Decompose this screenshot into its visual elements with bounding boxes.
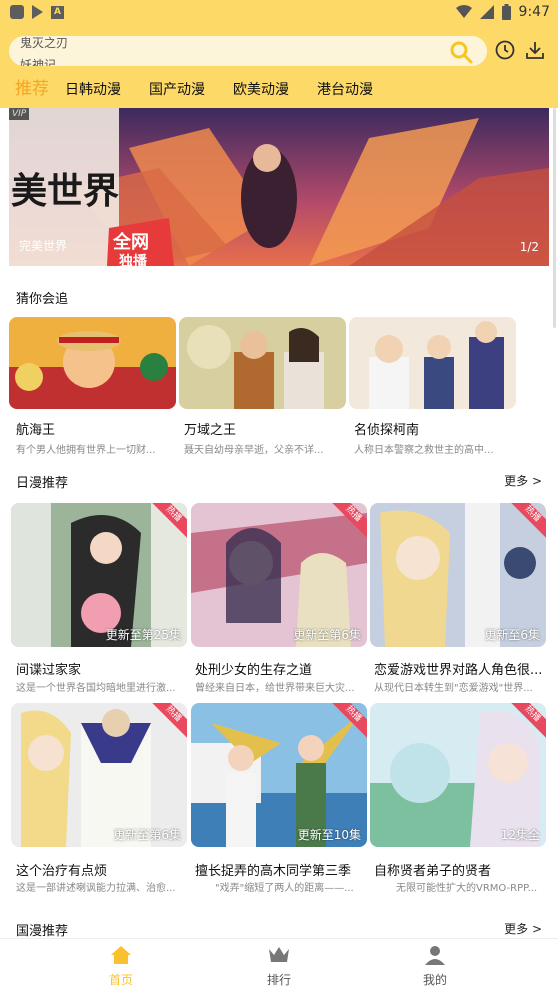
bottom-nav: 首页 排行 我的	[0, 938, 558, 992]
anime-card-image[interactable]: 热播 更新至6集	[370, 503, 546, 647]
guess-card-desc: 人称日本警察之救世主的高中...	[354, 445, 494, 456]
anime-card-image[interactable]: 热播 更新至10集	[191, 703, 367, 847]
anime-card-desc: 从现代日本转生到"恋爱游戏"世界...	[374, 683, 533, 694]
anime-card-title[interactable]: 间谍过家家	[16, 659, 81, 678]
vip-badge: VIP	[9, 108, 30, 120]
guess-card-desc: 聂天自幼母亲早逝，父亲不详...	[184, 445, 324, 456]
more-link-china[interactable]: 更多 >	[504, 920, 542, 937]
category-tabs: 推荐 日韩动漫 国产动漫 欧美动漫 港台动漫	[15, 74, 401, 99]
history-icon[interactable]	[495, 40, 515, 60]
home-icon	[111, 946, 131, 964]
guess-card-image[interactable]	[349, 317, 516, 409]
episode-label: 12集全	[500, 828, 540, 842]
guess-card-title[interactable]: 名侦探柯南	[354, 419, 419, 438]
tab-recommend[interactable]: 推荐	[15, 74, 49, 99]
episode-label: 更新至第6集	[113, 828, 181, 842]
episode-label: 更新至第25集	[105, 628, 181, 642]
thumbnail	[349, 317, 516, 409]
a-notification-icon: A	[51, 5, 64, 19]
anime-card-image[interactable]: 热播 12集全	[370, 703, 546, 847]
guess-card-title[interactable]: 万域之王	[184, 419, 236, 438]
thumbnail	[9, 317, 176, 409]
search-icon[interactable]	[449, 40, 473, 64]
download-icon[interactable]	[525, 40, 545, 60]
tab-western[interactable]: 欧美动漫	[233, 79, 289, 99]
anime-card-image[interactable]: 热播 更新至第6集	[191, 503, 367, 647]
anime-card-image[interactable]: 热播 更新至第25集	[11, 503, 187, 647]
anime-card-desc: "戏弄"缩短了两人的距离——...	[215, 883, 354, 894]
signal-icon	[479, 5, 494, 19]
battery-icon	[501, 4, 511, 20]
nav-label: 我的	[422, 973, 447, 987]
episode-label: 更新至6集	[484, 628, 540, 642]
section-title-china: 国漫推荐	[16, 924, 69, 939]
anime-card-title[interactable]: 自称贤者弟子的贤者	[374, 860, 491, 879]
nav-label: 首页	[108, 973, 133, 987]
user-icon	[425, 946, 445, 965]
section-title-japan: 日漫推荐	[16, 476, 69, 491]
episode-label: 更新至10集	[297, 828, 361, 842]
header: 鬼灭之刃 妖神记 推荐 日韩动漫 国产动漫 欧美动漫 港台动漫	[0, 26, 558, 108]
thumbnail	[179, 317, 346, 409]
wifi-icon	[455, 5, 472, 18]
anime-card-title[interactable]: 恋爱游戏世界对路人角色很...	[374, 659, 542, 678]
svg-text:美世界: 美世界	[11, 170, 119, 212]
anime-card-title[interactable]: 擅长捉弄的高木同学第三季	[195, 860, 351, 879]
banner-title: 完美世界	[19, 239, 68, 253]
guess-card-image[interactable]	[179, 317, 346, 409]
nav-home[interactable]: 首页	[81, 945, 161, 988]
anime-card-title[interactable]: 处刑少女的生存之道	[195, 659, 312, 678]
banner-carousel[interactable]: 美世界 全网 独播 VIP 完美世界 1/2	[9, 108, 549, 266]
status-bar: A 9:47	[0, 0, 558, 26]
nav-label: 排行	[266, 973, 291, 987]
banner-image: 美世界 全网 独播	[9, 108, 549, 266]
search-suggestion: 妖神记	[20, 58, 57, 66]
app-notification-icon	[10, 5, 24, 19]
play-store-icon	[32, 5, 43, 19]
anime-card-desc: 无限可能性扩大的VRMO-RPP...	[396, 883, 538, 894]
nav-ranking[interactable]: 排行	[239, 945, 319, 988]
search-suggestion: 鬼灭之刃	[20, 36, 69, 50]
guess-card-image[interactable]	[9, 317, 176, 409]
anime-card-desc: 这是一个世界各国均暗地里进行激...	[16, 683, 176, 694]
anime-card-desc: 曾经来自日本，给世界带来巨大灾...	[195, 683, 355, 694]
anime-card-title[interactable]: 这个治疗有点烦	[16, 860, 107, 879]
anime-card-desc: 这是一部讲述喇讽能力拉满、治愈...	[16, 883, 176, 894]
clock: 9:47	[518, 4, 550, 20]
more-link-japan[interactable]: 更多 >	[504, 472, 542, 489]
svg-text:全网: 全网	[112, 231, 149, 253]
episode-label: 更新至第6集	[293, 628, 361, 642]
crown-icon	[269, 947, 289, 962]
tab-china[interactable]: 国产动漫	[149, 79, 205, 99]
tab-japan-korea[interactable]: 日韩动漫	[65, 79, 121, 99]
tab-hk-tw[interactable]: 港台动漫	[317, 79, 373, 99]
search-input[interactable]: 鬼灭之刃 妖神记	[9, 36, 487, 66]
section-title-guess: 猜你会追	[16, 292, 69, 307]
anime-card-image[interactable]: 热播 更新至第6集	[11, 703, 187, 847]
banner-indicator: 1/2	[519, 240, 539, 254]
search-suggestions: 鬼灭之刃 妖神记	[20, 36, 68, 66]
guess-card-title[interactable]: 航海王	[16, 419, 55, 438]
nav-profile[interactable]: 我的	[395, 945, 475, 988]
guess-card-desc: 有个男人他拥有世界上一切财...	[16, 445, 156, 456]
scrollbar[interactable]	[553, 108, 556, 328]
svg-text:独播: 独播	[119, 253, 148, 266]
